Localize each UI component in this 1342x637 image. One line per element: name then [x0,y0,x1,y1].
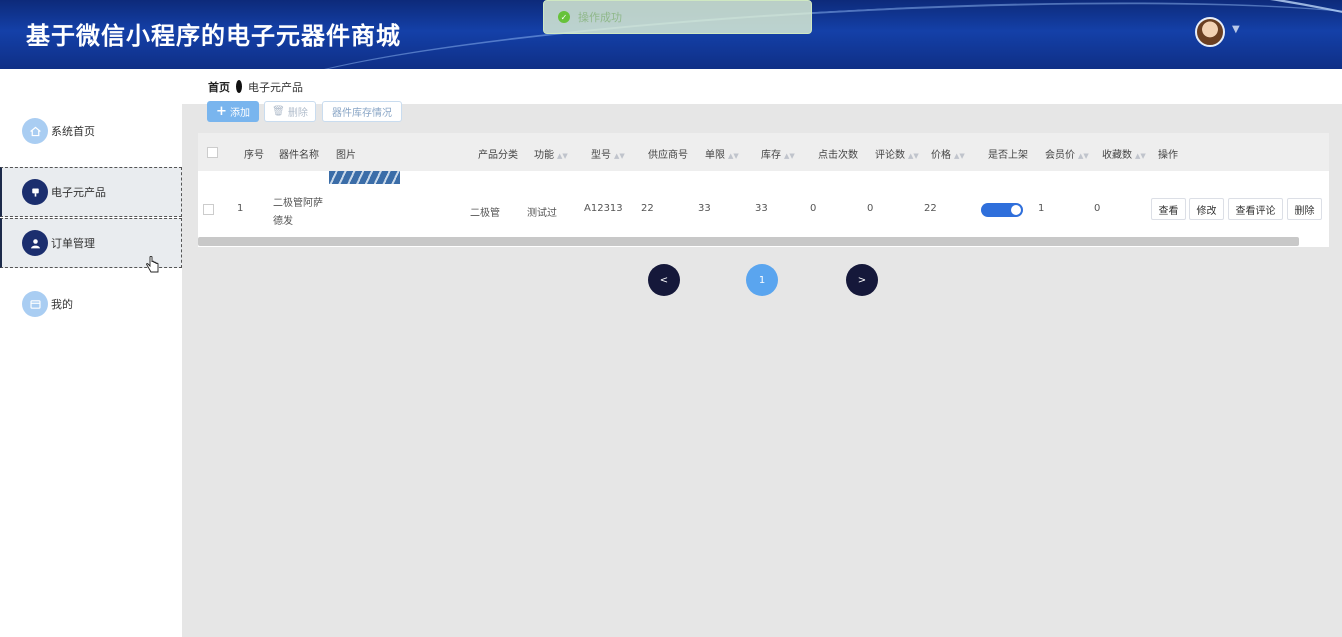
sort-icon: ▲▼ [954,152,965,160]
cell-clicks: 0 [810,203,817,214]
column-header-sortable[interactable]: 功能 ▲▼ [534,146,568,161]
add-button[interactable]: + 添加 [207,101,259,122]
column-header-sortable[interactable]: 单限 ▲▼ [705,146,739,161]
row-checkbox[interactable] [203,204,214,215]
select-all-checkbox[interactable] [207,147,218,158]
cell-name-line2: 德发 [273,216,293,227]
breadcrumb-home[interactable]: 首页 [208,79,230,95]
hand-cursor-icon [146,256,159,273]
column-header: 供应商号 [648,150,688,161]
delete-button[interactable]: 🗑 删除 [264,101,316,122]
app-title: 基于微信小程序的电子元器件商城 [26,22,401,50]
sort-icon: ▲▼ [908,152,919,160]
home-icon [22,118,48,144]
sort-icon: ▲▼ [557,152,568,160]
view-comments-button[interactable]: 查看评论 [1228,198,1283,220]
product-table: 序号 器件名称 图片 产品分类 功能 ▲▼ 型号 ▲▼ 供应商号 单限 ▲▼ 库存 ▲▼… [198,133,1329,247]
sidebar-item-home[interactable]: 系统首页 [0,106,182,156]
view-button[interactable]: 查看 [1151,198,1186,220]
sidebar-item-label: 电子元产品 [51,186,106,199]
column-header: 点击次数 [818,150,858,161]
horizontal-scrollbar[interactable] [198,237,1299,246]
chevron-down-icon[interactable]: ▼ [1232,24,1240,35]
sidebar-item-label: 系统首页 [51,125,95,138]
column-header: 操作 [1158,150,1178,161]
product-image [329,171,400,184]
sort-icon: ▲▼ [614,152,625,160]
user-icon [22,230,48,256]
cell-price: 22 [924,203,937,214]
cell-supplier: 22 [641,203,654,214]
column-header: 是否上架 [988,150,1028,161]
sidebar-item-products[interactable]: 电子元产品 [0,167,182,217]
breadcrumb-current: 电子元产品 [248,80,303,94]
cell-favorites: 0 [1094,203,1101,214]
column-header-sortable[interactable]: 评论数 ▲▼ [875,146,919,161]
column-header-sortable[interactable]: 型号 ▲▼ [591,146,625,161]
check-circle-icon: ✓ [558,11,570,23]
toast-message: 操作成功 [578,11,622,24]
column-header-sortable[interactable]: 价格 ▲▼ [931,146,965,161]
sort-icon: ▲▼ [784,152,795,160]
cell-model: A12313 [584,203,623,214]
listed-toggle[interactable] [981,203,1023,217]
column-header-sortable[interactable]: 会员价 ▲▼ [1045,146,1089,161]
cell-member-price: 1 [1038,203,1045,214]
sidebar-item-mine[interactable]: 我的 [0,279,182,329]
sort-icon: ▲▼ [1135,152,1146,160]
card-icon [22,291,48,317]
edit-button[interactable]: 修改 [1189,198,1224,220]
cell-comments: 0 [867,203,874,214]
success-toast: ✓ 操作成功 [543,0,812,34]
prev-page-button[interactable]: < [648,264,680,296]
column-header: 产品分类 [478,150,518,161]
breadcrumb-separator-icon [236,80,242,93]
sidebar: 系统首页 电子元产品 订单管理 我的 [0,69,182,637]
product-icon [22,179,48,205]
cell-index: 1 [237,203,244,214]
cell-stock: 33 [755,203,768,214]
stock-button[interactable]: 器件库存情况 [322,101,402,122]
cell-limit: 33 [698,203,711,214]
trash-icon: 🗑 [272,106,285,117]
column-header: 器件名称 [279,150,319,161]
column-header-sortable[interactable]: 收藏数 ▲▼ [1102,146,1146,161]
cell-name-line1: 二极管阿萨 [273,198,323,209]
row-delete-button[interactable]: 删除 [1287,198,1322,220]
table-header: 序号 器件名称 图片 产品分类 功能 ▲▼ 型号 ▲▼ 供应商号 单限 ▲▼ 库存 ▲▼… [198,133,1329,171]
plus-icon: + [216,104,227,119]
sidebar-item-label: 我的 [51,298,73,311]
sidebar-item-label: 订单管理 [51,237,95,250]
column-header-sortable[interactable]: 库存 ▲▼ [761,146,795,161]
next-page-button[interactable]: > [846,264,878,296]
cell-category: 二极管 [470,208,500,219]
cell-function: 测试过 [527,208,557,219]
column-header: 图片 [336,150,356,161]
table-row: 1 二极管阿萨 德发 二极管 测试过 A12313 22 33 33 0 0 2… [198,171,1329,237]
sort-icon: ▲▼ [728,152,739,160]
user-avatar[interactable] [1195,17,1225,47]
sort-icon: ▲▼ [1078,152,1089,160]
page-number-button[interactable]: 1 [746,264,778,296]
column-header: 序号 [244,150,264,161]
breadcrumb: 首页 电子元产品 [182,69,1342,104]
